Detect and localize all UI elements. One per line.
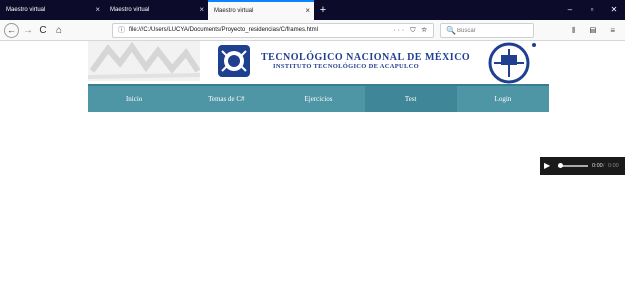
address-bar[interactable]: ⓘ file:///C:/Users/LUCYA/Documents/Proye… (112, 23, 434, 38)
close-tab-icon[interactable]: × (199, 0, 204, 20)
duration: 0:00 (608, 163, 619, 169)
window-controls: – ▫ ✕ (559, 0, 625, 20)
new-tab-button[interactable]: + (316, 0, 330, 20)
tab-strip: Maestro virtual × Maestro virtual × Maes… (0, 0, 625, 20)
menu-item-temas[interactable]: Temas de C# (180, 86, 272, 112)
time-separator: / (603, 163, 605, 169)
seek-handle[interactable] (558, 163, 563, 168)
institution-subtitle: INSTITUTO TECNOLÓGICO DE ACAPULCO (273, 63, 420, 70)
menu-item-test[interactable]: Test (364, 86, 457, 112)
play-icon[interactable]: ▶ (544, 157, 550, 175)
close-tab-icon[interactable]: × (95, 0, 100, 20)
back-arrow-icon[interactable]: ← (4, 23, 19, 38)
search-input[interactable] (457, 25, 529, 36)
tecnm-logo-icon (218, 45, 250, 77)
menu-item-login[interactable]: Login (457, 86, 549, 112)
url-text[interactable]: file:///C:/Users/LUCYA/Documents/Proyect… (129, 24, 318, 37)
decorative-graphic (88, 41, 200, 81)
navigation-bar: ← → C ⌂ ⓘ file:///C:/Users/LUCYA/Documen… (0, 20, 625, 41)
toolbar-menu-icons[interactable]: ⫴ ▤ ≡ (572, 23, 621, 38)
audio-player: ▶ 0:00 / 0:00 (540, 157, 625, 175)
home-icon[interactable]: ⌂ (53, 23, 65, 38)
tab-title: Maestro virtual (214, 8, 254, 14)
browser-tab-2[interactable]: Maestro virtual × (104, 0, 208, 20)
tab-title: Maestro virtual (110, 7, 150, 13)
page-banner: TECNOLÓGICO NACIONAL DE MÉXICO INSTITUTO… (88, 41, 549, 84)
tab-title: Maestro virtual (6, 7, 46, 13)
forward-arrow-icon[interactable]: → (22, 23, 34, 38)
page-actions-icons[interactable]: ··· ⛉ ☆ (393, 24, 429, 37)
maximize-icon[interactable]: ▫ (581, 0, 603, 20)
acapulco-seal-icon (488, 42, 536, 84)
browser-tab-3-active[interactable]: Maestro virtual × (208, 0, 314, 20)
browser-tab-1[interactable]: Maestro virtual × (0, 0, 104, 20)
menu-item-ejercicios[interactable]: Ejercicios (272, 86, 364, 112)
search-box[interactable]: 🔍 (440, 23, 534, 38)
menu-item-inicio[interactable]: Inicio (88, 86, 180, 112)
close-tab-icon[interactable]: × (305, 2, 310, 20)
reload-icon[interactable]: C (37, 23, 49, 38)
institution-title: TECNOLÓGICO NACIONAL DE MÉXICO (261, 52, 471, 63)
close-window-icon[interactable]: ✕ (603, 0, 625, 20)
info-icon[interactable]: ⓘ (118, 24, 125, 37)
current-time: 0:00 (592, 163, 603, 169)
minimize-icon[interactable]: – (559, 0, 581, 20)
main-menu: Inicio Temas de C# Ejercicios Test Login (88, 84, 549, 112)
search-icon: 🔍 (446, 26, 456, 35)
